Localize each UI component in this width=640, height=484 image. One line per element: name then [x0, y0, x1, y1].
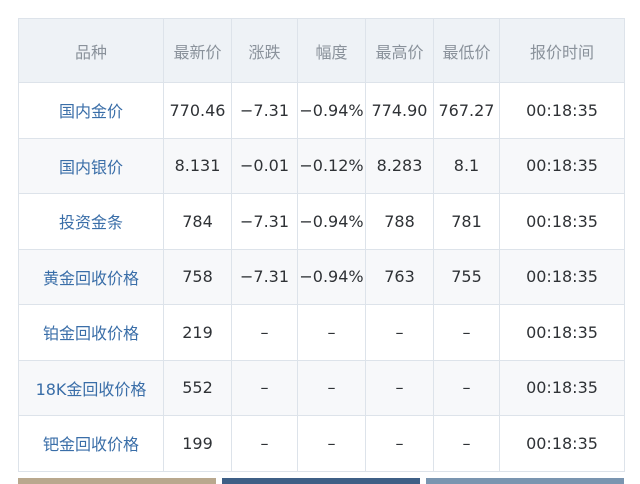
cell-latest-price: 8.131 — [163, 137, 232, 194]
cell-change-percent: −0.94% — [297, 248, 366, 305]
cell-latest-price: 758 — [163, 248, 232, 305]
cell-change: −7.31 — [231, 193, 298, 250]
cell-high: – — [365, 304, 434, 361]
cell-change: – — [231, 304, 298, 361]
table-row: 黄金回收价格 758 −7.31 −0.94% 763 755 00:18:35 — [18, 248, 625, 305]
table-row: 投资金条 784 −7.31 −0.94% 788 781 00:18:35 — [18, 193, 625, 250]
cell-low: – — [433, 304, 500, 361]
cell-low: 8.1 — [433, 137, 500, 194]
header-variety: 品种 — [18, 18, 164, 83]
cell-change-percent: – — [297, 359, 366, 416]
gold-price-table: 品种 最新价 涨跌 幅度 最高价 最低价 报价时间 国内金价 770.46 −7… — [18, 18, 625, 472]
table-row: 国内金价 770.46 −7.31 −0.94% 774.90 767.27 0… — [18, 82, 625, 139]
cell-change-percent: – — [297, 304, 366, 361]
cell-high: – — [365, 359, 434, 416]
row-name-link[interactable]: 投资金条 — [18, 193, 164, 250]
table-row: 钯金回收价格 199 – – – – 00:18:35 — [18, 415, 625, 472]
cell-change-percent: −0.94% — [297, 193, 366, 250]
header-change-percent: 幅度 — [297, 18, 366, 83]
cell-quote-time: 00:18:35 — [499, 359, 625, 416]
header-high: 最高价 — [365, 18, 434, 83]
cell-high: 763 — [365, 248, 434, 305]
header-quote-time: 报价时间 — [499, 18, 625, 83]
cell-quote-time: 00:18:35 — [499, 193, 625, 250]
cell-change: −0.01 — [231, 137, 298, 194]
thumbnail-image[interactable] — [426, 478, 624, 484]
thumbnail-image[interactable] — [222, 478, 420, 484]
row-name-link[interactable]: 国内金价 — [18, 82, 164, 139]
cell-change: −7.31 — [231, 82, 298, 139]
cell-quote-time: 00:18:35 — [499, 248, 625, 305]
cell-low: 767.27 — [433, 82, 500, 139]
row-name-link[interactable]: 钯金回收价格 — [18, 415, 164, 472]
thumbnail-image[interactable] — [18, 478, 216, 484]
table-row: 铂金回收价格 219 – – – – 00:18:35 — [18, 304, 625, 361]
cell-quote-time: 00:18:35 — [499, 82, 625, 139]
row-name-link[interactable]: 国内银价 — [18, 137, 164, 194]
row-name-link[interactable]: 黄金回收价格 — [18, 248, 164, 305]
cell-quote-time: 00:18:35 — [499, 137, 625, 194]
cell-latest-price: 552 — [163, 359, 232, 416]
cell-latest-price: 219 — [163, 304, 232, 361]
cell-change-percent: −0.12% — [297, 137, 366, 194]
cell-change-percent: −0.94% — [297, 82, 366, 139]
cell-high: 788 — [365, 193, 434, 250]
cell-low: – — [433, 359, 500, 416]
cell-low: – — [433, 415, 500, 472]
row-name-link[interactable]: 铂金回收价格 — [18, 304, 164, 361]
table-row: 国内银价 8.131 −0.01 −0.12% 8.283 8.1 00:18:… — [18, 137, 625, 194]
cell-low: 781 — [433, 193, 500, 250]
table-row: 18K金回收价格 552 – – – – 00:18:35 — [18, 359, 625, 416]
cell-latest-price: 784 — [163, 193, 232, 250]
cell-high: 774.90 — [365, 82, 434, 139]
header-latest-price: 最新价 — [163, 18, 232, 83]
header-change: 涨跌 — [231, 18, 298, 83]
cell-low: 755 — [433, 248, 500, 305]
header-low: 最低价 — [433, 18, 500, 83]
row-name-link[interactable]: 18K金回收价格 — [18, 359, 164, 416]
bottom-image-strip — [18, 478, 624, 484]
cell-high: 8.283 — [365, 137, 434, 194]
cell-change: −7.31 — [231, 248, 298, 305]
cell-change-percent: – — [297, 415, 366, 472]
table-header-row: 品种 最新价 涨跌 幅度 最高价 最低价 报价时间 — [18, 18, 625, 83]
cell-quote-time: 00:18:35 — [499, 415, 625, 472]
cell-change: – — [231, 415, 298, 472]
price-table-container: 品种 最新价 涨跌 幅度 最高价 最低价 报价时间 国内金价 770.46 −7… — [18, 18, 625, 472]
cell-quote-time: 00:18:35 — [499, 304, 625, 361]
cell-change: – — [231, 359, 298, 416]
cell-high: – — [365, 415, 434, 472]
cell-latest-price: 770.46 — [163, 82, 232, 139]
cell-latest-price: 199 — [163, 415, 232, 472]
